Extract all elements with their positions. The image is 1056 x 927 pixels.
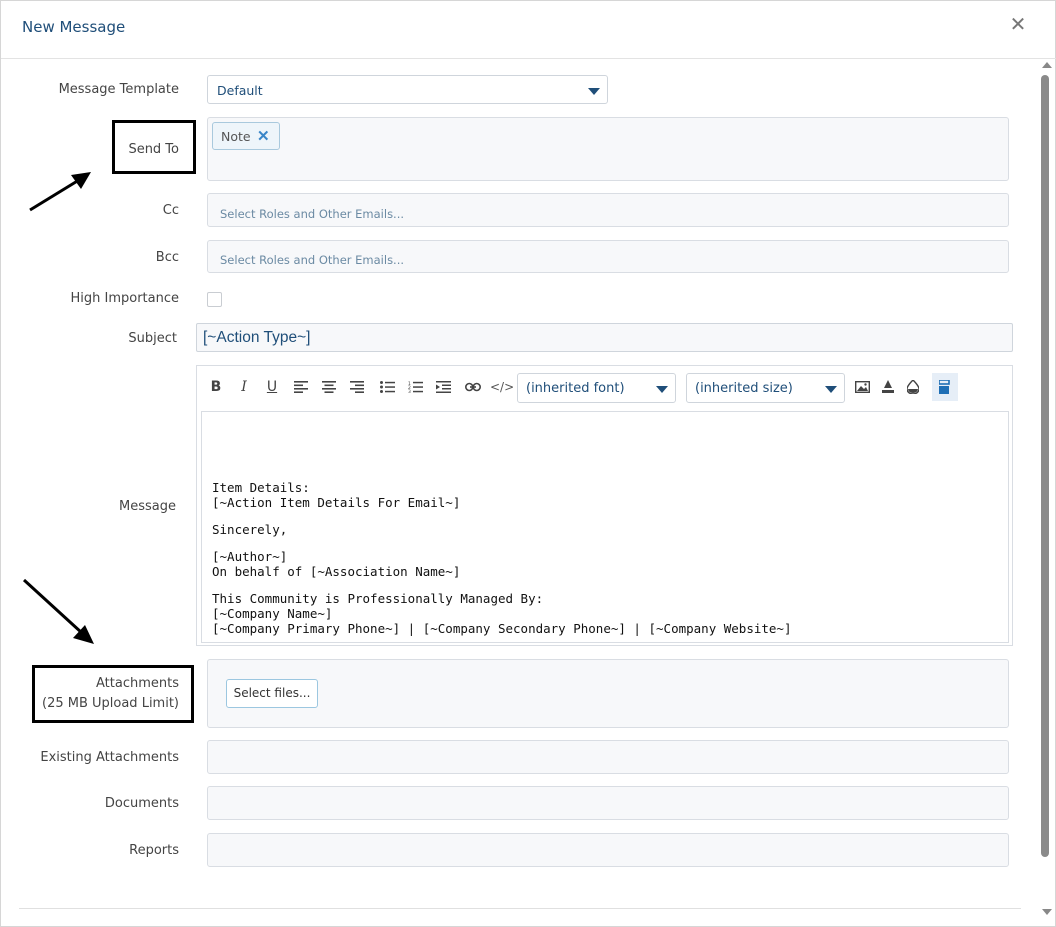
- annotation-box-send-to: [112, 120, 196, 174]
- dialog-header: New Message ✕: [1, 1, 1056, 59]
- bullet-list-icon[interactable]: [376, 376, 398, 398]
- attachments-limit-label: (25 MB Upload Limit): [42, 696, 179, 711]
- format-painter-icon[interactable]: [932, 373, 958, 401]
- scrollbar-thumb[interactable]: [1041, 75, 1049, 857]
- message-template-select[interactable]: Default: [207, 75, 608, 104]
- message-template-value: Default: [217, 83, 263, 98]
- reports-field[interactable]: [207, 833, 1009, 867]
- font-family-dropdown[interactable]: (inherited font): [517, 373, 676, 403]
- align-left-icon[interactable]: [290, 376, 312, 398]
- dialog-title: New Message: [22, 18, 126, 36]
- body-line: Sincerely,: [212, 522, 288, 537]
- documents-field[interactable]: [207, 786, 1009, 820]
- message-editor: B I U 123 </> (inherited font) (inherite…: [196, 365, 1013, 646]
- chip-label: Note: [221, 129, 251, 144]
- attachments-dropzone[interactable]: [207, 659, 1009, 728]
- body-line: Item Details:: [212, 480, 310, 495]
- send-to-field[interactable]: [207, 117, 1009, 181]
- font-family-value: (inherited font): [526, 381, 625, 396]
- remove-chip-icon[interactable]: ✕: [257, 127, 270, 145]
- chevron-down-icon: [656, 386, 668, 393]
- body-line: [~Company Name~]: [212, 606, 333, 621]
- font-size-value: (inherited size): [695, 381, 793, 396]
- bold-button[interactable]: B: [205, 376, 227, 398]
- new-message-dialog: New Message ✕ Message Template Default S…: [0, 0, 1056, 927]
- subject-label: Subject: [128, 331, 177, 346]
- annotation-box-attachments: [32, 665, 194, 723]
- text-color-icon[interactable]: [877, 376, 899, 398]
- align-right-icon[interactable]: [346, 376, 368, 398]
- close-icon[interactable]: ✕: [1007, 14, 1029, 36]
- high-importance-checkbox[interactable]: [207, 292, 222, 307]
- documents-label: Documents: [104, 796, 179, 811]
- reports-label: Reports: [129, 843, 179, 858]
- font-size-dropdown[interactable]: (inherited size): [686, 373, 845, 403]
- existing-attachments-field[interactable]: [207, 740, 1009, 774]
- message-label: Message: [119, 499, 176, 514]
- underline-button[interactable]: U: [261, 376, 283, 398]
- numbered-list-icon[interactable]: 123: [404, 376, 426, 398]
- cc-label: Cc: [162, 203, 179, 218]
- existing-attachments-label: Existing Attachments: [40, 750, 179, 765]
- vertical-scrollbar[interactable]: [1037, 59, 1055, 921]
- scroll-down-icon[interactable]: [1042, 909, 1052, 915]
- code-view-icon[interactable]: </>: [490, 376, 514, 398]
- bcc-input[interactable]: Select Roles and Other Emails...: [207, 240, 1009, 273]
- svg-text:3: 3: [408, 389, 411, 393]
- cc-input[interactable]: Select Roles and Other Emails...: [207, 193, 1009, 227]
- chevron-down-icon: [588, 88, 600, 95]
- body-line: On behalf of [~Association Name~]: [212, 564, 461, 579]
- bcc-placeholder: Select Roles and Other Emails...: [220, 253, 405, 267]
- annotation-arrow: [22, 578, 94, 644]
- recipient-chip: Note ✕: [212, 122, 280, 150]
- bcc-label: Bcc: [155, 250, 179, 265]
- cc-placeholder: Select Roles and Other Emails...: [220, 207, 405, 221]
- select-files-button[interactable]: Select files...: [226, 679, 318, 708]
- indent-icon[interactable]: [432, 376, 454, 398]
- subject-value: [~Action Type~]: [203, 329, 311, 346]
- editor-toolbar: B I U 123 </> (inherited font) (inherite…: [197, 366, 1012, 408]
- message-template-label: Message Template: [58, 82, 179, 97]
- background-color-icon[interactable]: [902, 376, 924, 398]
- body-line: [~Action Item Details For Email~]: [212, 495, 461, 510]
- subject-input[interactable]: [~Action Type~]: [196, 323, 1013, 352]
- footer-divider: [19, 908, 1021, 909]
- image-icon[interactable]: [851, 376, 873, 398]
- body-line: [~Company Primary Phone~] | [~Company Se…: [212, 621, 792, 636]
- body-line: [~Author~]: [212, 549, 288, 564]
- link-icon[interactable]: [462, 376, 484, 398]
- chevron-down-icon: [825, 386, 837, 393]
- align-center-icon[interactable]: [318, 376, 340, 398]
- attachments-label: Attachments: [96, 676, 179, 691]
- italic-button[interactable]: I: [233, 376, 255, 398]
- high-importance-label: High Importance: [70, 291, 179, 306]
- scroll-up-icon[interactable]: [1042, 62, 1052, 68]
- message-body[interactable]: Item Details: [~Action Item Details For …: [201, 411, 1009, 643]
- body-line: This Community is Professionally Managed…: [212, 591, 544, 606]
